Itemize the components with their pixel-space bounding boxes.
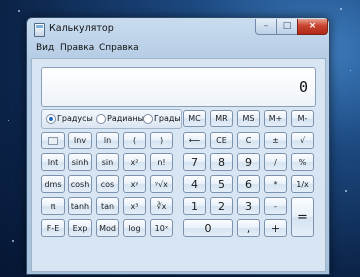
- grads-label: Грады: [154, 114, 181, 123]
- menu-bar: Вид Правка Справка: [31, 41, 325, 57]
- key-mr[interactable]: MR: [210, 110, 233, 127]
- calculator-body: 0 Градусы Радианы Грады MC MR MS M+ M- I…: [31, 58, 326, 272]
- key-ten-power-x[interactable]: 10ˣ: [150, 219, 173, 237]
- key-sinh[interactable]: sinh: [68, 153, 92, 171]
- key-exp[interactable]: Exp: [68, 219, 92, 237]
- calculator-window: Калькулятор – □ × Вид Правка Справка 0 Г…: [26, 17, 330, 275]
- key-backspace[interactable]: ⟵: [183, 132, 206, 149]
- key-cosh[interactable]: cosh: [68, 175, 92, 193]
- key-x-cubed[interactable]: x³: [123, 197, 146, 215]
- key-2[interactable]: 2: [210, 197, 233, 215]
- blank-key-glyph: [48, 136, 58, 145]
- degrees-radio[interactable]: [46, 114, 56, 124]
- radians-radio[interactable]: [96, 114, 106, 124]
- key-m-plus[interactable]: M+: [264, 110, 287, 127]
- key-1[interactable]: 1: [183, 197, 206, 215]
- key-blank: [41, 132, 65, 149]
- key-6[interactable]: 6: [237, 175, 260, 193]
- key-y-root-x[interactable]: ʸ√x: [150, 175, 173, 193]
- key-add[interactable]: +: [264, 219, 287, 237]
- key-close-paren[interactable]: ): [150, 132, 173, 149]
- key-m-minus[interactable]: M-: [291, 110, 314, 127]
- key-multiply[interactable]: *: [264, 175, 287, 193]
- key-9[interactable]: 9: [237, 153, 260, 171]
- key-x-squared[interactable]: x²: [123, 153, 146, 171]
- key-open-paren[interactable]: (: [123, 132, 146, 149]
- key-0[interactable]: 0: [183, 219, 233, 237]
- menu-view[interactable]: Вид: [36, 43, 54, 53]
- key-mod[interactable]: Mod: [96, 219, 119, 237]
- key-decimal[interactable]: ,: [237, 219, 260, 237]
- key-sqrt[interactable]: √: [291, 132, 314, 149]
- key-inv[interactable]: Inv: [68, 132, 92, 149]
- key-divide[interactable]: /: [264, 153, 287, 171]
- key-c[interactable]: C: [237, 132, 260, 149]
- key-5[interactable]: 5: [210, 175, 233, 193]
- key-log[interactable]: log: [123, 219, 146, 237]
- key-tan[interactable]: tan: [96, 197, 119, 215]
- key-fe[interactable]: F-E: [41, 219, 65, 237]
- key-ce[interactable]: CE: [210, 132, 233, 149]
- key-4[interactable]: 4: [183, 175, 206, 193]
- calculator-app-icon: [34, 23, 45, 37]
- degrees-label: Градусы: [57, 114, 93, 123]
- menu-edit[interactable]: Правка: [60, 43, 94, 53]
- menu-help[interactable]: Справка: [99, 43, 139, 53]
- key-subtract[interactable]: -: [264, 197, 287, 215]
- key-equals[interactable]: =: [291, 197, 314, 237]
- maximize-button[interactable]: □: [276, 19, 298, 35]
- key-x-power-y[interactable]: xʸ: [123, 175, 146, 193]
- key-ln[interactable]: ln: [96, 132, 119, 149]
- key-factorial[interactable]: n!: [150, 153, 173, 171]
- key-dms[interactable]: dms: [41, 175, 65, 193]
- title-bar[interactable]: Калькулятор – □ ×: [27, 18, 329, 40]
- key-ms[interactable]: MS: [237, 110, 260, 127]
- key-7[interactable]: 7: [183, 153, 206, 171]
- key-8[interactable]: 8: [210, 153, 233, 171]
- minimize-button[interactable]: –: [255, 19, 277, 35]
- key-cube-root[interactable]: ∛x: [150, 197, 173, 215]
- key-plus-minus[interactable]: ±: [264, 132, 287, 149]
- window-title: Калькулятор: [49, 23, 114, 34]
- angle-mode-group: Градусы Радианы Грады: [41, 109, 182, 129]
- key-reciprocal[interactable]: 1/x: [291, 175, 314, 193]
- radians-label: Радианы: [107, 114, 144, 123]
- close-button[interactable]: ×: [297, 19, 328, 35]
- key-pi[interactable]: π: [41, 197, 65, 215]
- key-cos[interactable]: cos: [96, 175, 119, 193]
- key-mc[interactable]: MC: [183, 110, 206, 127]
- key-3[interactable]: 3: [237, 197, 260, 215]
- result-display: 0: [41, 67, 316, 107]
- key-tanh[interactable]: tanh: [68, 197, 92, 215]
- key-int[interactable]: Int: [41, 153, 65, 171]
- key-percent[interactable]: %: [291, 153, 314, 171]
- key-sin[interactable]: sin: [96, 153, 119, 171]
- grads-radio[interactable]: [143, 114, 153, 124]
- display-value: 0: [298, 78, 308, 96]
